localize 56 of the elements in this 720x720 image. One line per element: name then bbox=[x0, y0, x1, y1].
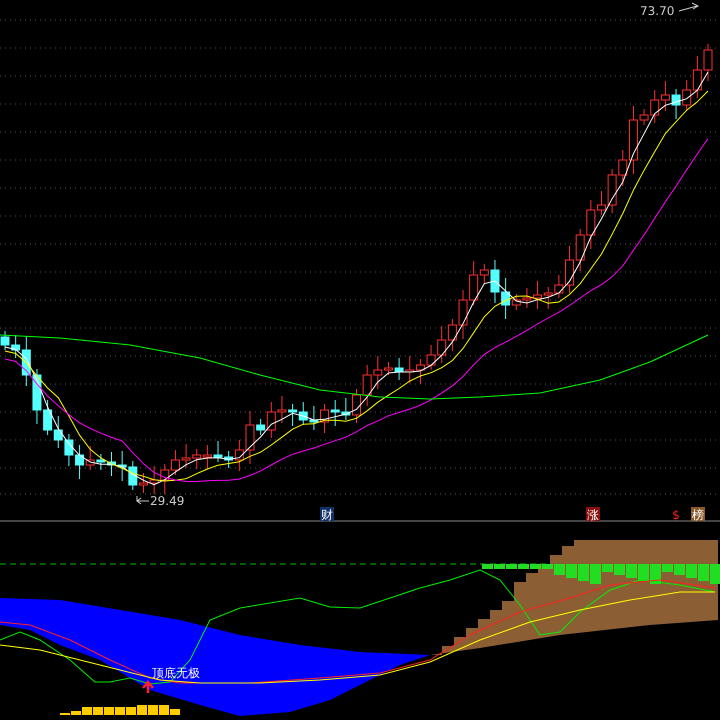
candlestick bbox=[202, 444, 212, 470]
event-marker[interactable]: 榜 bbox=[692, 508, 704, 522]
candlestick bbox=[118, 450, 127, 482]
high-price-label: 73.70 bbox=[640, 4, 674, 18]
candlestick bbox=[352, 388, 361, 424]
candlestick bbox=[107, 452, 116, 476]
candlestick bbox=[458, 290, 468, 340]
candlestick bbox=[341, 398, 350, 420]
candlestick bbox=[150, 466, 159, 494]
candlestick bbox=[182, 444, 191, 468]
candlestick bbox=[214, 440, 223, 462]
candlestick bbox=[298, 402, 308, 426]
candlestick bbox=[0, 330, 10, 350]
candlestick bbox=[672, 88, 681, 120]
candlestick bbox=[448, 318, 457, 352]
candlestick bbox=[608, 168, 617, 214]
arrow-icon bbox=[136, 496, 150, 504]
candlestick bbox=[320, 404, 330, 434]
candlestick bbox=[522, 288, 532, 308]
candlestick bbox=[565, 246, 574, 294]
candlestick bbox=[138, 472, 148, 494]
candlestick bbox=[330, 400, 340, 426]
candlestick bbox=[43, 400, 52, 436]
candlestick bbox=[160, 464, 170, 494]
candlestick bbox=[54, 416, 63, 448]
arrow-icon bbox=[678, 2, 700, 12]
candlestick bbox=[416, 358, 425, 384]
candlestick bbox=[533, 280, 542, 310]
event-marker-background bbox=[586, 507, 600, 521]
candlestick bbox=[64, 434, 74, 466]
candlestick bbox=[170, 450, 180, 476]
event-marker-background bbox=[691, 507, 705, 521]
low-price-label: 29.49 bbox=[150, 494, 184, 508]
arrow-icon bbox=[142, 680, 154, 694]
candlestick bbox=[544, 286, 553, 310]
candlestick bbox=[32, 368, 42, 424]
candlestick bbox=[309, 406, 318, 430]
candlestick bbox=[288, 404, 298, 426]
event-marker[interactable]: $ bbox=[672, 508, 680, 522]
candlestick bbox=[128, 460, 138, 490]
candlestick bbox=[554, 274, 564, 298]
event-marker[interactable]: 财 bbox=[321, 508, 333, 522]
candlestick bbox=[682, 80, 692, 110]
event-marker-background bbox=[320, 507, 334, 521]
candlestick bbox=[362, 364, 372, 406]
candlestick bbox=[704, 44, 712, 82]
candlestick bbox=[192, 448, 202, 470]
candlestick bbox=[75, 444, 84, 480]
candlestick bbox=[660, 80, 670, 112]
candlestick bbox=[277, 396, 286, 424]
candlestick bbox=[692, 56, 702, 98]
candlestick bbox=[394, 358, 404, 380]
candlestick bbox=[576, 228, 585, 272]
signal-label: 顶底无极 bbox=[152, 666, 200, 680]
event-marker[interactable]: 涨 bbox=[587, 508, 599, 522]
candlestick bbox=[405, 356, 414, 384]
